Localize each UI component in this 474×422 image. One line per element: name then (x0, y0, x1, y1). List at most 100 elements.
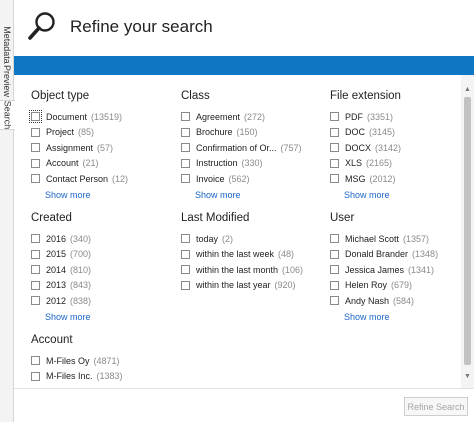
tab-search[interactable]: Search (0, 100, 15, 130)
facet-option-count: (57) (97, 142, 114, 153)
facet-checkbox[interactable] (31, 158, 40, 168)
facet-option-count: (3145) (369, 127, 396, 138)
facet-option-count: (106) (282, 264, 304, 275)
facet-option[interactable]: M-Files Oy (4871) (31, 353, 181, 369)
facet-option[interactable]: today (2) (181, 231, 331, 247)
facet-checkbox[interactable] (330, 127, 339, 137)
facet-option-label: 2014 (46, 264, 67, 275)
facet-option[interactable]: DOC (3145) (330, 125, 460, 141)
facet-option[interactable]: DOCX (3142) (330, 140, 460, 156)
facet-checkbox[interactable] (31, 249, 40, 259)
facet-option[interactable]: Account (21) (31, 156, 181, 172)
facet-checkbox[interactable] (330, 234, 339, 244)
facet-checkbox[interactable] (181, 234, 190, 244)
facet-option[interactable]: Agreement (272) (181, 109, 331, 125)
facet-option-label: 2016 (46, 233, 67, 244)
facet-option[interactable]: XLS (2165) (330, 156, 460, 172)
facet-option[interactable]: Michael Scott (1357) (330, 231, 460, 247)
facet-checkbox[interactable] (330, 158, 339, 168)
scroll-down-arrow-icon[interactable]: ▼ (461, 370, 474, 382)
facet-option[interactable]: Invoice (562) (181, 171, 331, 187)
facet-option-label: Jessica James (345, 264, 405, 275)
facet-checkbox[interactable] (31, 280, 40, 290)
facet-option[interactable]: Jessica James (1341) (330, 262, 460, 278)
facet-checkbox[interactable] (330, 280, 339, 290)
facet-option[interactable]: Confirmation of Or... (757) (181, 140, 331, 156)
facet-group: Account M-Files Oy (4871) M-Files Inc. (1383… (31, 333, 181, 384)
facet-checkbox[interactable] (31, 296, 40, 306)
facet-checkbox[interactable] (181, 112, 190, 122)
facet-option-label: within the last week (196, 249, 275, 260)
facet-option-label: MSG (345, 173, 366, 184)
facet-group: User Michael Scott (1357) Donald Brander (13… (330, 211, 460, 323)
facet-group: Created 2016 (340) 2015 (700) 2014 (810) 2013 (8… (31, 211, 181, 323)
facet-checkbox[interactable] (181, 143, 190, 153)
facet-option-count: (150) (236, 127, 258, 138)
facet-checkbox[interactable] (31, 143, 40, 153)
facet-checkbox[interactable] (181, 280, 190, 290)
facet-checkbox[interactable] (330, 296, 339, 306)
facet-option[interactable]: 2012 (838) (31, 293, 181, 309)
facet-option[interactable]: 2015 (700) (31, 247, 181, 263)
facet-option-label: Michael Scott (345, 233, 400, 244)
show-more-link[interactable]: Show more (195, 189, 331, 201)
facet-option-label: M-Files Oy (46, 355, 90, 366)
facet-checkbox[interactable] (181, 127, 190, 137)
facet-option-count: (2165) (366, 158, 393, 169)
facet-checkbox[interactable] (330, 143, 339, 153)
tab-metadata[interactable]: Metadata (0, 26, 14, 64)
facet-option-count: (4871) (93, 355, 120, 366)
facet-option[interactable]: Project (85) (31, 125, 181, 141)
facet-checkbox[interactable] (31, 174, 40, 184)
facet-option[interactable]: Instruction (330) (181, 156, 331, 172)
facet-checkbox[interactable] (330, 174, 339, 184)
facet-option[interactable]: MSG (2012) (330, 171, 460, 187)
facet-checkbox[interactable] (181, 249, 190, 259)
facet-option-label: Agreement (196, 111, 241, 122)
show-more-link[interactable]: Show more (344, 311, 460, 323)
show-more-link[interactable]: Show more (45, 311, 181, 323)
facet-checkbox[interactable] (29, 110, 42, 124)
facet-option-label: Helen Roy (345, 280, 388, 291)
facet-option[interactable]: Brochure (150) (181, 125, 331, 141)
scrollbar-thumb[interactable] (464, 97, 471, 365)
facet-checkbox[interactable] (181, 174, 190, 184)
facet-option[interactable]: M-Files Inc. (1383) (31, 369, 181, 385)
vertical-scrollbar[interactable]: ▲ ▼ (461, 75, 474, 388)
facet-option-count: (1348) (412, 249, 439, 260)
facet-option[interactable]: within the last month (106) (181, 262, 331, 278)
facet-option[interactable]: Contact Person (12) (31, 171, 181, 187)
facet-checkbox[interactable] (31, 234, 40, 244)
facet-checkbox[interactable] (31, 265, 40, 275)
facet-option[interactable]: Helen Roy (679) (330, 278, 460, 294)
facet-checkbox[interactable] (181, 265, 190, 275)
facet-option[interactable]: Assignment (57) (31, 140, 181, 156)
refine-search-button[interactable]: Refine Search (404, 397, 468, 416)
facet-option[interactable]: 2014 (810) (31, 262, 181, 278)
facet-option-count: (838) (70, 295, 92, 306)
tab-preview[interactable]: Preview (0, 65, 14, 97)
facet-checkbox[interactable] (31, 371, 40, 381)
facet-option[interactable]: within the last week (48) (181, 247, 331, 263)
facet-option-label: DOCX (345, 142, 372, 153)
facet-checkbox[interactable] (31, 356, 40, 366)
facet-option-count: (1341) (408, 264, 435, 275)
show-more-link[interactable]: Show more (344, 189, 460, 201)
show-more-link[interactable]: Show more (45, 189, 181, 201)
facet-option[interactable]: 2016 (340) (31, 231, 181, 247)
facet-option[interactable]: 2013 (843) (31, 278, 181, 294)
facet-option[interactable]: PDF (3351) (330, 109, 460, 125)
facet-checkbox[interactable] (181, 158, 190, 168)
facet-checkbox[interactable] (330, 265, 339, 275)
facet-option-count: (85) (78, 127, 95, 138)
facet-group: File extension PDF (3351) DOC (3145) DOCX (314… (330, 89, 460, 201)
facet-option-label: today (196, 233, 219, 244)
facet-option[interactable]: Donald Brander (1348) (330, 247, 460, 263)
facet-option[interactable]: within the last year (920) (181, 278, 331, 294)
scroll-up-arrow-icon[interactable]: ▲ (461, 83, 474, 95)
facet-checkbox[interactable] (31, 127, 40, 137)
facet-option[interactable]: Andy Nash (584) (330, 293, 460, 309)
facet-checkbox[interactable] (330, 249, 339, 259)
facet-checkbox[interactable] (330, 112, 339, 122)
facet-option[interactable]: Document (13519) (29, 109, 181, 125)
